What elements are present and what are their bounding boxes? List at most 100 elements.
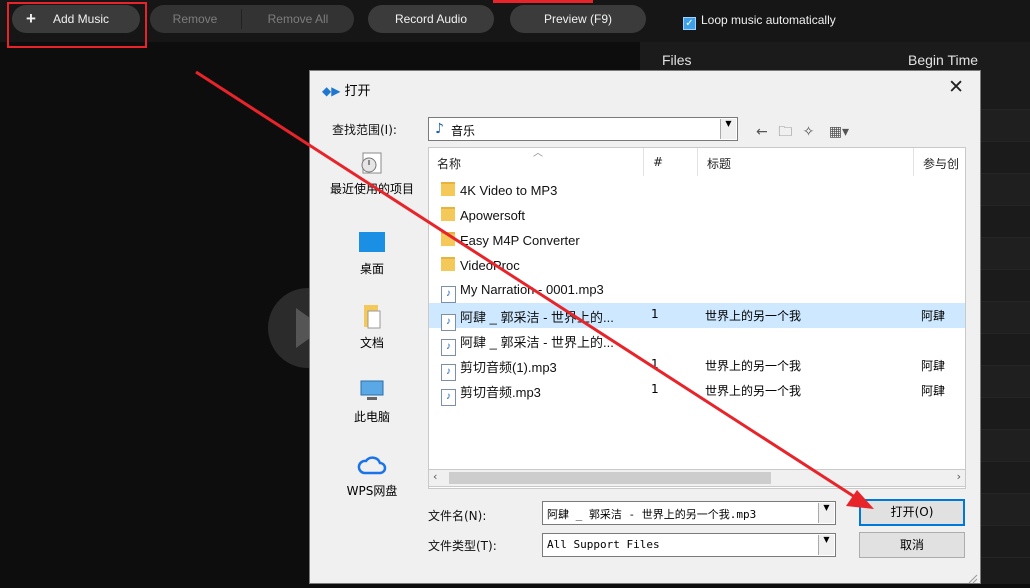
horizontal-scrollbar[interactable]: ‹ › — [428, 469, 966, 487]
checkbox-check-icon: ✓ — [683, 17, 696, 30]
loop-checkbox[interactable]: ✓ Loop music automatically — [683, 13, 836, 30]
column-header-name[interactable]: 名称 — [437, 155, 461, 172]
new-folder-icon[interactable]: ✧ — [803, 124, 815, 140]
list-item[interactable]: Apowersoft — [429, 203, 965, 228]
remove-group: Remove Remove All — [150, 5, 354, 33]
file-artist: 阿肆 — [921, 359, 946, 373]
begin-time-column-header: Begin Time — [908, 52, 979, 68]
up-folder-icon[interactable]: 🗀 — [778, 124, 792, 140]
look-in-combo[interactable]: ♪ 音乐 ▼ — [428, 117, 738, 141]
filename-label: 文件名(N): — [428, 509, 487, 523]
add-music-button[interactable]: + Add Music — [12, 5, 140, 33]
back-icon[interactable]: ← — [756, 124, 768, 140]
file-name: Apowersoft — [460, 208, 526, 223]
add-music-label: Add Music — [52, 12, 110, 26]
file-title: 世界上的另一个我 — [705, 309, 802, 323]
filetype-value: All Support Files — [547, 538, 660, 551]
audio-file-icon: ♪ — [441, 389, 456, 406]
file-name: 剪切音频.mp3 — [460, 385, 541, 400]
filename-input[interactable]: 阿肆 _ 郭采洁 - 世界上的另一个我.mp3 ▼ — [542, 501, 836, 525]
list-item[interactable]: ♪ 剪切音频.mp3 1 世界上的另一个我 阿肆 — [429, 378, 965, 406]
resize-grip-icon[interactable] — [966, 569, 978, 584]
folder-icon — [441, 182, 455, 196]
dialog-title-bar: ◆▶ 打开 — [322, 80, 370, 99]
look-in-value: 音乐 — [451, 124, 476, 138]
place-cloud[interactable]: WPS网盘 — [320, 451, 424, 499]
chevron-down-icon[interactable]: ▼ — [818, 503, 834, 523]
main-toolbar: + Add Music Remove Remove All Record Aud… — [0, 0, 1030, 48]
recent-icon — [361, 152, 382, 174]
file-name: My Narration - 0001.mp3 — [460, 282, 604, 297]
place-recent[interactable]: 最近使用的项目 — [320, 149, 424, 197]
scroll-left-icon[interactable]: ‹ — [433, 470, 437, 483]
place-label: 桌面 — [359, 262, 384, 276]
file-artist: 阿肆 — [921, 384, 946, 398]
column-header-artist[interactable]: 参与创 — [923, 155, 959, 172]
folder-icon — [441, 207, 455, 221]
open-button[interactable]: 打开(O) — [859, 499, 965, 526]
column-header-number[interactable]: # — [653, 155, 663, 169]
file-name: 阿肆 _ 郭采洁 - 世界上的... — [460, 335, 614, 350]
list-item[interactable]: ♪ 阿肆 _ 郭采洁 - 世界上的... — [429, 328, 965, 356]
file-name: VideoProc — [460, 258, 520, 273]
place-label: WPS网盘 — [346, 484, 398, 498]
file-name: 剪切音频(1).mp3 — [460, 360, 557, 375]
documents-icon — [364, 305, 381, 329]
tab-indicator — [493, 0, 593, 3]
place-desktop[interactable]: 桌面 — [320, 229, 424, 277]
dialog-title: 打开 — [344, 84, 371, 99]
cloud-icon — [357, 456, 387, 475]
filename-value: 阿肆 _ 郭采洁 - 世界上的另一个我.mp3 — [547, 508, 757, 521]
place-label: 文档 — [359, 336, 384, 350]
file-title: 世界上的另一个我 — [705, 384, 802, 398]
folder-icon — [441, 257, 455, 271]
preview-button[interactable]: Preview (F9) — [510, 5, 646, 33]
file-name: 阿肆 _ 郭采洁 - 世界上的... — [460, 310, 614, 325]
place-label: 最近使用的项目 — [329, 182, 414, 196]
file-number: 1 — [651, 382, 659, 396]
chevron-down-icon[interactable]: ▼ — [720, 119, 736, 139]
list-item[interactable]: Easy M4P Converter — [429, 228, 965, 253]
close-icon[interactable]: ✕ — [948, 76, 964, 98]
file-list: 名称 ︿ # 标题 参与创 4K Video to MP3 Apowersoft… — [428, 147, 966, 489]
open-file-dialog: ◆▶ 打开 ✕ 查找范围(I): ♪ 音乐 ▼ ← 🗀 ✧ ▦▾ 最近使用的项目 … — [309, 70, 981, 584]
column-header-title[interactable]: 标题 — [707, 155, 731, 172]
list-item[interactable]: VideoProc — [429, 253, 965, 278]
file-name: 4K Video to MP3 — [460, 183, 558, 198]
music-note-icon: ♪ — [435, 121, 444, 137]
loop-label: Loop music automatically — [701, 13, 836, 27]
filetype-select[interactable]: All Support Files ▼ — [542, 533, 836, 557]
sort-indicator-icon: ︿ — [533, 148, 543, 159]
list-item-selected[interactable]: ♪ 阿肆 _ 郭采洁 - 世界上的... 1 世界上的另一个我 阿肆 — [429, 303, 965, 331]
look-in-label: 查找范围(I): — [332, 123, 397, 137]
desktop-icon — [359, 232, 385, 252]
scroll-right-icon[interactable]: › — [957, 470, 961, 483]
places-bar: 最近使用的项目 桌面 文档 此电脑 WPS网盘 — [320, 143, 424, 513]
file-title: 世界上的另一个我 — [705, 359, 802, 373]
file-number: 1 — [651, 357, 659, 371]
app-icon: ◆▶ — [322, 84, 341, 98]
file-number: 1 — [651, 307, 659, 321]
record-audio-button[interactable]: Record Audio — [368, 5, 494, 33]
folder-icon — [441, 232, 455, 246]
file-name: Easy M4P Converter — [460, 233, 580, 248]
dialog-toolbar: ← 🗀 ✧ ▦▾ — [756, 121, 849, 145]
list-item[interactable]: 4K Video to MP3 — [429, 178, 965, 203]
list-item[interactable]: ♪ My Narration - 0001.mp3 — [429, 278, 965, 303]
remove-button[interactable]: Remove — [150, 5, 240, 33]
computer-icon — [360, 380, 384, 400]
plus-icon: + — [26, 9, 36, 28]
place-documents[interactable]: 文档 — [320, 303, 424, 351]
chevron-down-icon[interactable]: ▼ — [818, 535, 834, 555]
view-menu-icon[interactable]: ▦▾ — [829, 124, 849, 140]
scrollbar-thumb[interactable] — [449, 472, 771, 484]
audio-file-icon: ♪ — [441, 286, 456, 303]
filetype-label: 文件类型(T): — [428, 539, 497, 553]
files-column-header: Files — [662, 52, 692, 68]
file-artist: 阿肆 — [921, 309, 946, 323]
list-item[interactable]: ♪ 剪切音频(1).mp3 1 世界上的另一个我 阿肆 — [429, 353, 965, 381]
remove-all-button[interactable]: Remove All — [242, 5, 354, 33]
cancel-button[interactable]: 取消 — [859, 532, 965, 558]
place-computer[interactable]: 此电脑 — [320, 377, 424, 425]
place-label: 此电脑 — [353, 410, 390, 424]
